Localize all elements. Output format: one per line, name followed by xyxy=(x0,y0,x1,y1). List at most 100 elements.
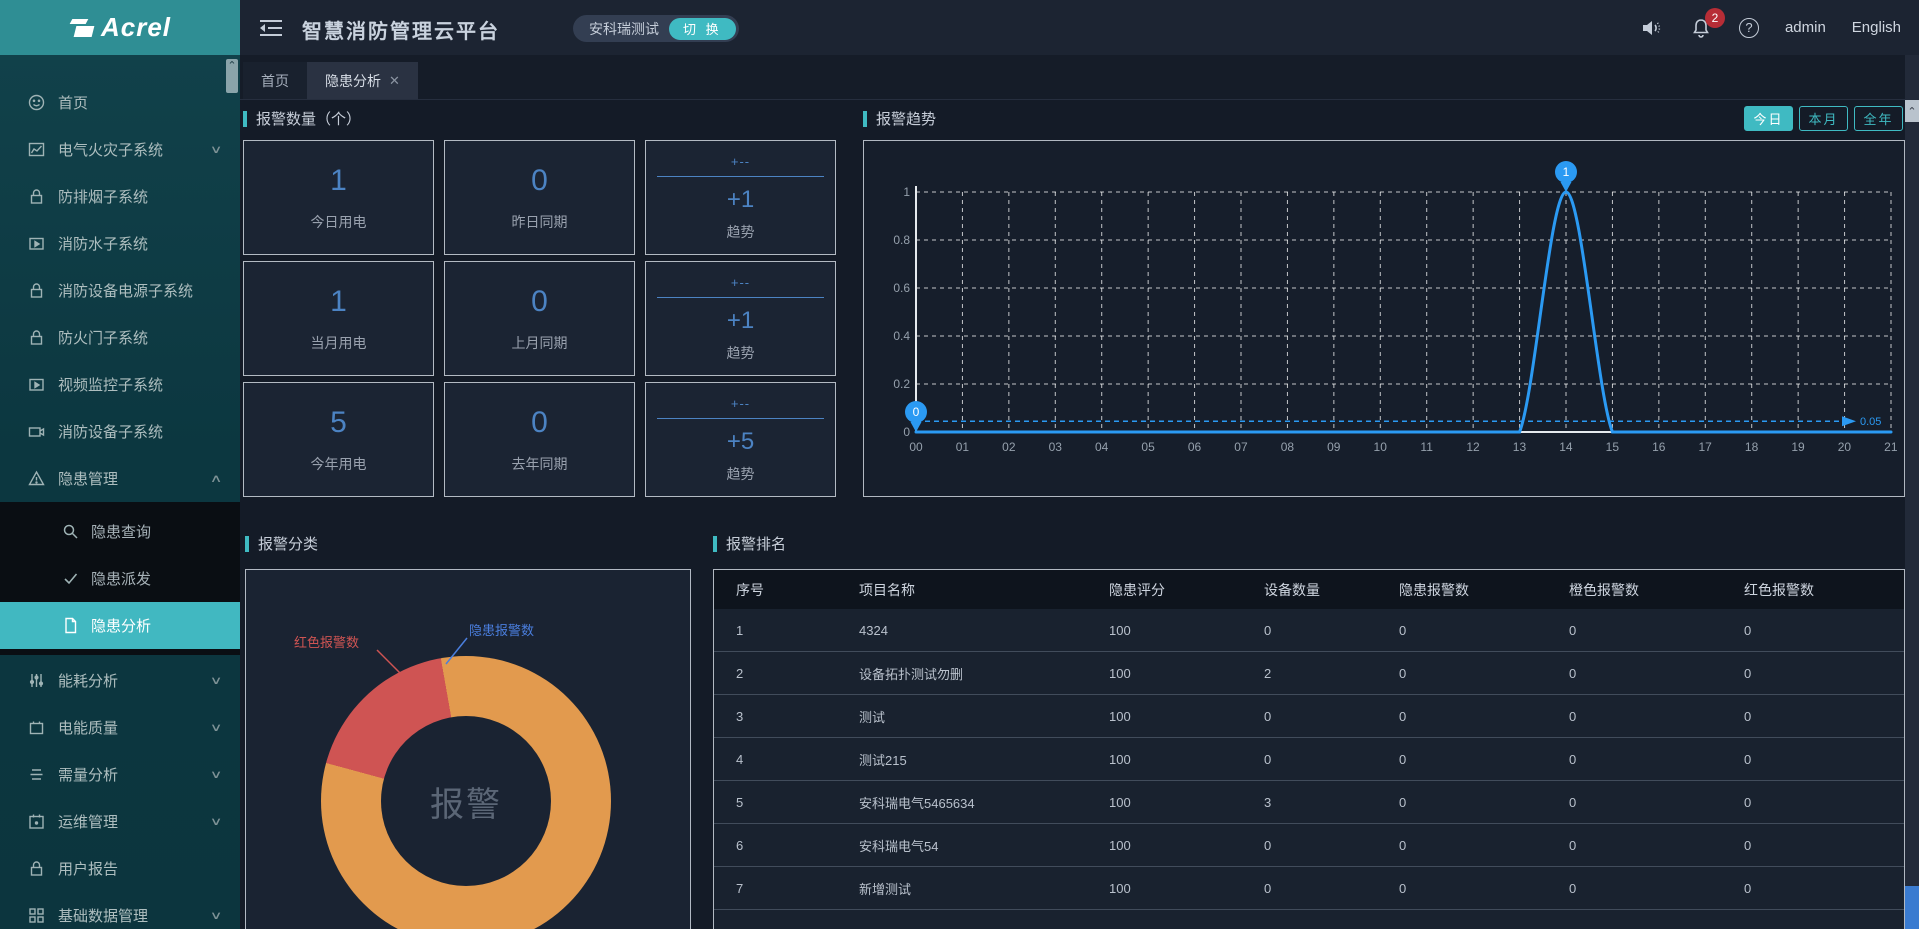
lock-icon xyxy=(28,329,45,346)
notification-bell-icon[interactable]: 2 xyxy=(1689,16,1713,40)
alarm-ranking-title: 报警排名 xyxy=(713,533,786,554)
alarm-trend-chart-panel: 0.0501 10.80.60.40.20 000102030405060708… xyxy=(863,140,1905,497)
chevron-icon: ∨ xyxy=(210,909,223,922)
top-header: Acrel 智慧消防管理云平台 安科瑞测试 切 换 2 ? admin Engl… xyxy=(0,0,1919,55)
table-body: 1 4324 100 0 0 0 0 2 设备拓扑测试勿删 100 2 0 0 … xyxy=(714,609,1904,910)
alarm-classify-panel: 报警 红色报警数 隐患报警数 xyxy=(245,569,691,929)
alarm-trend-card: +--+5趋势 xyxy=(645,382,836,497)
header-actions: 2 ? admin English xyxy=(1639,0,1901,55)
table-header: 序号项目名称隐患评分设备数量隐患报警数橙色报警数红色报警数 xyxy=(714,570,1904,609)
sidebar-item[interactable]: 用户报告 xyxy=(0,845,240,892)
x-axis-ticks: 0001020304050607080910111213141516171819… xyxy=(901,440,1906,454)
acrel-logo: Acrel xyxy=(0,0,240,55)
lock-icon xyxy=(28,282,45,299)
table-row[interactable]: 4 测试215 100 0 0 0 0 xyxy=(714,738,1904,781)
help-icon[interactable]: ? xyxy=(1739,18,1759,38)
range-button[interactable]: 本月 xyxy=(1799,106,1848,131)
tab-bar: 首页 隐患分析 ✕ xyxy=(240,55,1905,100)
sidebar-subitem[interactable]: 隐患查询 xyxy=(0,508,240,555)
chevron-icon: ∧ xyxy=(210,472,223,485)
calendar-icon xyxy=(28,813,45,830)
check-icon xyxy=(62,570,79,587)
sidebar-item[interactable]: 电气火灾子系统 ∨ xyxy=(0,126,240,173)
video-icon xyxy=(28,376,45,393)
svg-text:1: 1 xyxy=(1563,165,1570,179)
table-row[interactable]: 7 新增测试 100 0 0 0 0 xyxy=(714,867,1904,910)
sidebar-submenu: 隐患查询 隐患派发 隐患分析 xyxy=(0,502,240,655)
alarm-count-card: 5今年用电 xyxy=(243,382,434,497)
sidebar-item[interactable]: 消防水子系统 xyxy=(0,220,240,267)
page-title: 智慧消防管理云平台 xyxy=(302,15,500,44)
sidebar-item[interactable]: 防火门子系统 xyxy=(0,314,240,361)
camera-icon xyxy=(28,423,45,440)
alarm-count-card: 0去年同期 xyxy=(444,382,635,497)
sidebar-item[interactable]: 隐患管理 ∧ xyxy=(0,455,240,502)
alarm-count-card: 0上月同期 xyxy=(444,261,635,376)
sidebar-item[interactable]: 需量分析 ∨ xyxy=(0,751,240,798)
y-axis-ticks: 10.80.60.40.20 xyxy=(878,185,910,439)
sidebar-scrollbar-thumb[interactable]: ⌃ xyxy=(226,59,238,93)
sidebar-item[interactable]: 首页 xyxy=(0,79,240,126)
search-icon xyxy=(62,523,79,540)
chevron-icon: ∨ xyxy=(210,721,223,734)
chevron-icon: ∨ xyxy=(210,815,223,828)
sidebar-item[interactable]: 运维管理 ∨ xyxy=(0,798,240,845)
sidebar-item[interactable]: 能耗分析 ∨ xyxy=(0,657,240,704)
org-name: 安科瑞测试 xyxy=(589,19,659,39)
alarm-classify-title: 报警分类 xyxy=(245,533,318,554)
alarm-ranking-table: 序号项目名称隐患评分设备数量隐患报警数橙色报警数红色报警数 1 4324 100… xyxy=(713,569,1905,929)
scrollbar-up-arrow[interactable]: ⌃ xyxy=(1905,100,1919,122)
logo-flag-icon xyxy=(69,17,95,39)
warning-icon xyxy=(28,470,45,487)
user-menu[interactable]: admin xyxy=(1785,19,1826,36)
switch-org-button[interactable]: 切 换 xyxy=(669,18,736,40)
scrollbar-thumb[interactable] xyxy=(1905,886,1919,929)
sidebar-item[interactable]: 视频监控子系统 xyxy=(0,361,240,408)
table-row[interactable]: 2 设备拓扑测试勿删 100 2 0 0 0 xyxy=(714,652,1904,695)
tab-home[interactable]: 首页 xyxy=(243,62,307,99)
sidebar-menu-bottom: 能耗分析 ∨ 电能质量 ∨ 需量分析 ∨ 运维管理 ∨ 用户报告 基础数据管理 xyxy=(0,655,240,929)
language-switch[interactable]: English xyxy=(1852,19,1901,36)
sidebar-item[interactable]: 防排烟子系统 xyxy=(0,173,240,220)
sidebar-item[interactable]: 消防设备电源子系统 xyxy=(0,267,240,314)
bars-icon xyxy=(28,766,45,783)
alarm-count-card: 0昨日同期 xyxy=(444,140,635,255)
sidebar-item[interactable]: 消防设备子系统 xyxy=(0,408,240,455)
speaker-icon[interactable] xyxy=(1639,16,1663,40)
sliders-icon xyxy=(28,672,45,689)
table-row[interactable]: 5 安科瑞电气5465634 100 3 0 0 0 xyxy=(714,781,1904,824)
alarm-trend-card: +--+1趋势 xyxy=(645,261,836,376)
chevron-icon: ∨ xyxy=(210,674,223,687)
sidebar-item[interactable]: 基础数据管理 ∨ xyxy=(0,892,240,929)
notification-count-badge: 2 xyxy=(1705,8,1725,28)
donut-label-blue: 隐患报警数 xyxy=(469,620,534,639)
sidebar-menu-top: 首页 电气火灾子系统 ∨ 防排烟子系统 消防水子系统 消防设备电源子系统 xyxy=(0,55,240,502)
svg-text:0: 0 xyxy=(913,405,920,419)
page-scrollbar[interactable]: ⌃ xyxy=(1905,55,1919,929)
trend-range-buttons: 今日本月全年 xyxy=(1744,106,1903,131)
chevron-icon: ∨ xyxy=(210,768,223,781)
alarm-count-title: 报警数量（个） xyxy=(243,108,361,129)
doc-icon xyxy=(62,617,79,634)
sidebar-item[interactable]: 电能质量 ∨ xyxy=(0,704,240,751)
smiley-icon xyxy=(28,94,45,111)
range-button[interactable]: 全年 xyxy=(1854,106,1903,131)
sidebar-subitem[interactable]: 隐患派发 xyxy=(0,555,240,602)
app-root: Acrel 智慧消防管理云平台 安科瑞测试 切 换 2 ? admin Engl… xyxy=(0,0,1919,929)
alarm-count-card: 1今日用电 xyxy=(243,140,434,255)
table-row[interactable]: 3 测试 100 0 0 0 0 xyxy=(714,695,1904,738)
lock-icon xyxy=(28,188,45,205)
battery-icon xyxy=(28,719,45,736)
sidebar-subitem[interactable]: 隐患分析 xyxy=(0,602,240,649)
table-row[interactable]: 1 4324 100 0 0 0 0 xyxy=(714,609,1904,652)
chevron-icon: ∨ xyxy=(210,143,223,156)
tab-hidden-danger-analysis[interactable]: 隐患分析 ✕ xyxy=(307,62,418,99)
alarm-count-card: 1当月用电 xyxy=(243,261,434,376)
sidebar: 首页 电气火灾子系统 ∨ 防排烟子系统 消防水子系统 消防设备电源子系统 xyxy=(0,55,240,929)
close-tab-icon[interactable]: ✕ xyxy=(389,73,400,89)
table-row[interactable]: 6 安科瑞电气54 100 0 0 0 0 xyxy=(714,824,1904,867)
video-icon xyxy=(28,235,45,252)
sidebar-collapse-icon[interactable] xyxy=(258,16,284,40)
range-button[interactable]: 今日 xyxy=(1744,106,1793,131)
alarm-donut-chart: 报警 xyxy=(321,656,611,929)
